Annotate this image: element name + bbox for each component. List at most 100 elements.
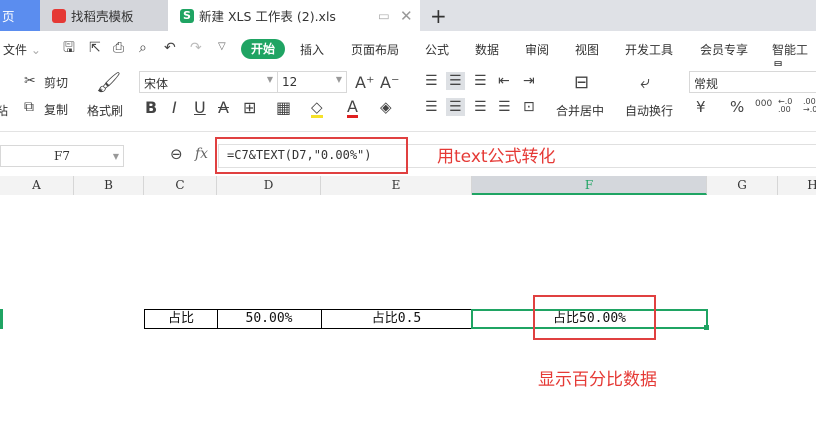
name-box[interactable]: F7 ▼ (0, 145, 124, 167)
menu-file-label: 文件 (3, 43, 28, 57)
menu-review[interactable]: 审阅 (525, 41, 549, 58)
menu-home[interactable]: 开始 (241, 39, 285, 59)
close-tab-icon[interactable]: ✕ (400, 7, 413, 25)
align-top-icon[interactable]: ☰ (425, 74, 438, 88)
thousands-button[interactable]: 000 (755, 100, 772, 109)
bold-icon[interactable]: B (145, 100, 157, 116)
menu-view[interactable]: 视图 (575, 41, 599, 58)
align-center-icon[interactable]: ☰ (446, 98, 465, 116)
column-header-b[interactable]: B (74, 176, 144, 195)
column-header-d[interactable]: D (217, 176, 321, 195)
merge-center-button[interactable]: 合并居中 (556, 102, 604, 119)
print-icon[interactable]: ⎙ (113, 41, 124, 55)
format-painter-button[interactable]: 格式刷 (87, 102, 123, 119)
scissors-icon: ✂ (24, 73, 36, 89)
dropdown-icon: ▼ (335, 75, 342, 84)
print-preview-icon[interactable]: ⌕ (139, 41, 147, 55)
tab-home[interactable]: 页 (0, 0, 40, 31)
formula-annotation: 用text公式转化 (437, 147, 556, 167)
new-tab-button[interactable]: + (430, 0, 447, 31)
undo-icon[interactable]: ↶ (164, 41, 176, 55)
more-dropdown-icon[interactable]: ▽ (218, 42, 226, 52)
font-size-value: 12 (282, 75, 298, 89)
tab-label: 找稻壳模板 (71, 9, 134, 24)
align-middle-icon[interactable]: ☰ (446, 72, 465, 90)
font-family-value: 宋体 (144, 77, 169, 91)
column-header-row: A B C D E F G H (0, 176, 816, 195)
italic-icon[interactable]: I (172, 100, 177, 116)
number-format-value: 常规 (694, 77, 719, 91)
formula-highlight-box (215, 137, 408, 174)
merge-center-icon: ⊟ (574, 72, 590, 93)
number-format-select[interactable]: 常规 (689, 71, 816, 93)
result-highlight-box (533, 295, 656, 340)
column-header-f[interactable]: F (472, 176, 707, 195)
increase-decimal-button[interactable]: ←.0 .00 (778, 98, 800, 114)
redo-icon[interactable]: ↷ (190, 41, 202, 55)
menu-file[interactable]: 文件 ⌄ (3, 41, 41, 58)
menu-insert[interactable]: 插入 (300, 41, 324, 58)
decrease-decimal-button[interactable]: .00 →.0 (803, 98, 816, 114)
cut-button[interactable]: 剪切 (44, 74, 68, 91)
paste-button[interactable]: 粘 (0, 102, 8, 119)
increase-indent-icon[interactable]: ⇥ (523, 74, 535, 88)
tab-active-workbook[interactable]: S 新建 XLS 工作表 (2).xls ▭ ✕ (168, 0, 420, 31)
decrease-indent-icon[interactable]: ⇤ (498, 74, 510, 88)
fill-color-icon[interactable]: ◇ (311, 100, 323, 118)
menu-data[interactable]: 数据 (475, 41, 499, 58)
fx-icon[interactable]: fx (195, 147, 208, 161)
docer-icon (52, 8, 66, 23)
formula-bar: F7 ▼ ⊖ fx =C7&TEXT(D7,"0.00%") (0, 132, 816, 176)
wrap-text-button[interactable]: 自动换行 (625, 102, 673, 119)
column-header-a[interactable]: A (0, 176, 74, 195)
zoom-formula-icon[interactable]: ⊖ (170, 147, 183, 162)
name-box-value: F7 (54, 149, 70, 163)
column-header-e[interactable]: E (321, 176, 472, 195)
row-header-selected-marker (0, 309, 3, 329)
pin-icon[interactable]: ▭ (378, 8, 390, 23)
column-header-g[interactable]: G (707, 176, 778, 195)
increase-font-icon[interactable]: A⁺ (355, 75, 374, 91)
menu-developer[interactable]: 开发工具 (625, 41, 673, 58)
align-left-icon[interactable]: ☰ (425, 100, 438, 114)
cell-e7[interactable]: 占比0.5 (321, 309, 473, 329)
percent-button[interactable]: % (730, 100, 744, 115)
result-annotation: 显示百分比数据 (538, 370, 657, 390)
currency-button[interactable]: ¥ (696, 100, 706, 115)
menu-formulas[interactable]: 公式 (425, 41, 449, 58)
align-right-icon[interactable]: ☰ (474, 100, 487, 114)
align-bottom-icon[interactable]: ☰ (474, 74, 487, 88)
ribbon: 粘 ✂ 剪切 ⧉ 复制 🖌 格式刷 宋体 ▼ 12 ▼ A⁺ A⁻ B I U A … (0, 66, 816, 132)
tab-bar: 页 找稻壳模板 S 新建 XLS 工作表 (2).xls ▭ ✕ + (0, 0, 816, 31)
export-icon[interactable]: ⇱ (89, 41, 101, 55)
fill-handle[interactable] (704, 325, 709, 330)
column-header-c[interactable]: C (144, 176, 217, 195)
copy-icon: ⧉ (24, 99, 34, 115)
copy-button[interactable]: 复制 (44, 101, 68, 118)
format-painter-icon: 🖌 (96, 70, 122, 94)
borders-icon[interactable]: ⊞ (243, 100, 256, 116)
justify-icon[interactable]: ☰ (498, 100, 511, 114)
tab-label: 新建 XLS 工作表 (2).xls (199, 9, 336, 24)
tab-docer-templates[interactable]: 找稻壳模板 (40, 0, 168, 31)
font-family-select[interactable]: 宋体 ▼ (139, 71, 278, 93)
distributed-icon[interactable]: ⊡ (523, 100, 535, 114)
chevron-down-icon: ⌄ (30, 43, 41, 57)
decrease-font-icon[interactable]: A⁻ (380, 75, 399, 91)
cell-c7[interactable]: 占比 (144, 309, 218, 329)
underline-icon[interactable]: U (194, 100, 206, 116)
strikethrough-icon[interactable]: A (218, 100, 229, 116)
menu-page-layout[interactable]: 页面布局 (351, 41, 399, 58)
menu-bar: 文件 ⌄ 🖫 ⇱ ⎙ ⌕ ↶ ↷ ▽ 开始 (0, 31, 816, 67)
cell-d7[interactable]: 50.00% (217, 309, 322, 329)
cell-style-icon[interactable]: ▦ (276, 100, 291, 116)
dropdown-icon: ▼ (266, 75, 273, 84)
eraser-icon[interactable]: ◈ (380, 100, 392, 115)
column-header-h[interactable]: H (778, 176, 816, 195)
font-size-select[interactable]: 12 ▼ (277, 71, 347, 93)
save-icon[interactable]: 🖫 (63, 41, 75, 55)
menu-member[interactable]: 会员专享 (700, 41, 748, 58)
dropdown-icon: ▼ (112, 152, 119, 161)
tab-label: 页 (2, 9, 15, 24)
font-color-icon[interactable]: A (347, 99, 358, 118)
